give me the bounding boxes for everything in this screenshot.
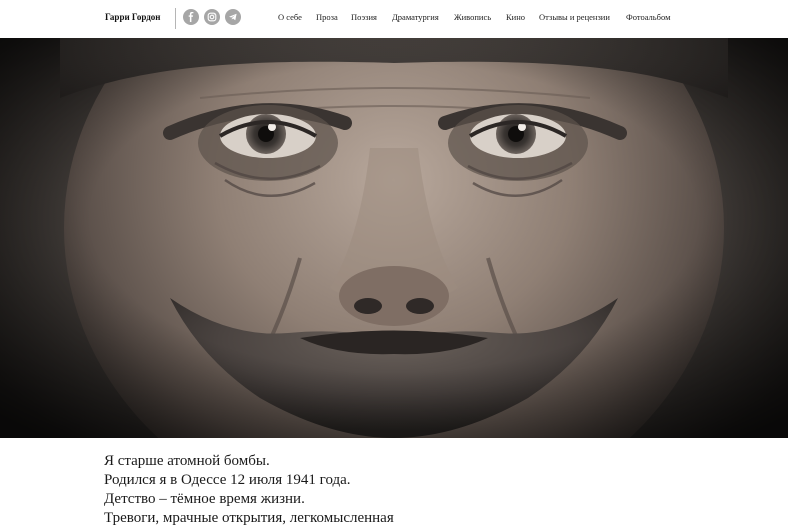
nav-item-painting[interactable]: Живопись	[454, 12, 491, 22]
nav-item-about[interactable]: О себе	[278, 12, 302, 22]
poem-line: Тревоги, мрачные открытия, легкомысленна…	[104, 510, 394, 526]
nav-item-prose[interactable]: Проза	[316, 12, 338, 22]
site-brand[interactable]: Гарри Гордон	[105, 12, 160, 22]
header-divider	[175, 8, 176, 29]
poem-excerpt: Я старше атомной бомбы. Родился я в Одес…	[104, 452, 394, 528]
nav-item-drama[interactable]: Драматургия	[392, 12, 439, 22]
portrait-image	[0, 38, 788, 438]
poem-line: Родился я в Одессе 12 июля 1941 года.	[104, 472, 351, 488]
telegram-icon[interactable]	[225, 9, 241, 25]
nav-item-poetry[interactable]: Поэзия	[351, 12, 377, 22]
hero-portrait	[0, 38, 788, 438]
nav-item-cinema[interactable]: Кино	[506, 12, 525, 22]
poem-line: Я старше атомной бомбы.	[104, 453, 270, 469]
poem-line: Детство – тёмное время жизни.	[104, 491, 305, 507]
facebook-icon[interactable]	[183, 9, 199, 25]
nav-item-photo-album[interactable]: Фотоальбом	[626, 12, 670, 22]
site-header: Гарри Гордон О себе Проза Поэзия Драмату…	[0, 0, 788, 38]
social-links	[183, 9, 241, 25]
nav-item-reviews[interactable]: Отзывы и рецензии	[539, 12, 610, 22]
instagram-icon[interactable]	[204, 9, 220, 25]
